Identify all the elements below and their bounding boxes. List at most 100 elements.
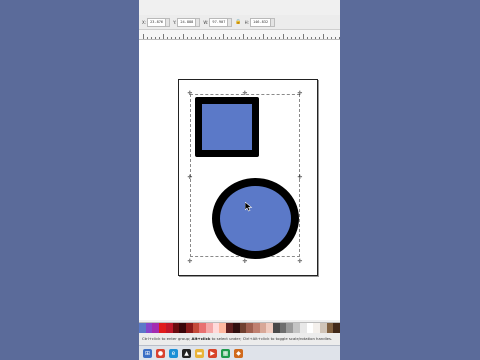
color-swatch[interactable] xyxy=(246,323,253,333)
color-swatch[interactable] xyxy=(306,323,314,333)
ruler-tick xyxy=(287,37,288,39)
color-swatch[interactable] xyxy=(219,323,227,333)
status-bar: Ctrl+click to enter group; Alt+click to … xyxy=(139,333,340,345)
scale-handle-left[interactable]: ✛ xyxy=(187,175,193,181)
left-background xyxy=(0,0,139,360)
y-spinner[interactable] xyxy=(196,17,201,27)
h-spinner[interactable] xyxy=(271,17,276,27)
ruler-tick xyxy=(159,37,160,39)
ruler-tick xyxy=(155,37,156,39)
chrome-icon[interactable]: ● xyxy=(156,349,165,358)
circle-shape[interactable] xyxy=(212,178,299,259)
color-swatch[interactable] xyxy=(313,323,320,333)
color-swatch[interactable] xyxy=(199,323,207,333)
scale-handle-bottom-left[interactable]: ✛ xyxy=(187,259,193,265)
ruler-tick xyxy=(327,37,328,39)
color-swatch[interactable] xyxy=(226,323,233,333)
color-swatch[interactable] xyxy=(145,323,153,333)
edge-icon[interactable]: e xyxy=(169,349,178,358)
w-label: W: xyxy=(203,19,209,25)
app-icon[interactable]: ◆ xyxy=(234,349,243,358)
color-swatch[interactable] xyxy=(185,323,193,333)
ruler-tick xyxy=(311,37,312,39)
ruler-tick xyxy=(227,37,228,39)
ruler-tick xyxy=(315,37,316,39)
x-field[interactable]: X: 23.876 xyxy=(142,17,171,27)
color-swatch[interactable] xyxy=(326,323,334,333)
color-swatch[interactable] xyxy=(232,323,240,333)
ruler-tick xyxy=(255,37,256,39)
drawing-canvas[interactable]: ✛ ✛ ✛ ✛ ✛ ✛ ✛ ✛ xyxy=(139,40,340,320)
windows-taskbar: ⊞ ● e ▲ ▬ ▶ ▦ ◆ xyxy=(139,345,340,360)
color-swatch[interactable] xyxy=(286,323,294,333)
ruler-tick xyxy=(259,37,260,39)
y-field[interactable]: Y: 24.888 xyxy=(173,17,201,27)
color-swatch[interactable] xyxy=(212,323,220,333)
status-text-3: to select under; Ctrl+Alt+click to toggl… xyxy=(210,336,333,341)
status-text-1: Ctrl+click to enter group; xyxy=(142,336,192,341)
color-swatch[interactable] xyxy=(259,323,267,333)
ruler-tick xyxy=(279,37,280,39)
y-input[interactable]: 24.888 xyxy=(177,17,197,27)
scale-handle-bottom-right[interactable]: ✛ xyxy=(297,259,303,265)
scale-handle-top[interactable]: ✛ xyxy=(242,91,248,97)
ruler-tick xyxy=(171,37,172,39)
color-swatch[interactable] xyxy=(139,323,146,333)
x-label: X: xyxy=(142,19,147,25)
color-swatch[interactable] xyxy=(159,323,166,333)
color-swatch[interactable] xyxy=(266,323,274,333)
color-swatch[interactable] xyxy=(293,323,300,333)
scale-handle-top-left[interactable]: ✛ xyxy=(187,91,193,97)
color-swatch[interactable] xyxy=(319,323,327,333)
horizontal-ruler[interactable] xyxy=(139,30,340,40)
scale-handle-right[interactable]: ✛ xyxy=(297,175,303,181)
ruler-tick xyxy=(167,37,168,39)
ruler-tick xyxy=(319,37,320,39)
ruler-tick xyxy=(239,37,240,39)
h-input[interactable]: 146.832 xyxy=(249,17,272,27)
ruler-tick xyxy=(335,37,336,39)
windows-icon[interactable]: ⊞ xyxy=(143,349,152,358)
ruler-tick xyxy=(183,34,184,39)
color-swatch[interactable] xyxy=(252,323,260,333)
ruler-tick xyxy=(323,34,324,39)
scale-handle-bottom[interactable]: ✛ xyxy=(242,259,248,265)
select-tool-controls: X: 23.876 Y: 24.888 W: 97.907 🔒 H: 146.8… xyxy=(139,15,340,30)
lock-icon[interactable]: 🔒 xyxy=(235,19,241,25)
w-input[interactable]: 97.907 xyxy=(209,17,229,27)
color-swatch[interactable] xyxy=(192,323,200,333)
w-field[interactable]: W: 97.907 xyxy=(203,17,233,27)
inkscape-icon[interactable]: ▲ xyxy=(182,349,191,358)
color-swatch[interactable] xyxy=(239,323,247,333)
color-swatch[interactable] xyxy=(273,323,280,333)
ruler-tick xyxy=(191,37,192,39)
ruler-tick xyxy=(295,37,296,39)
color-swatch[interactable] xyxy=(333,323,340,333)
color-swatch[interactable] xyxy=(172,323,180,333)
x-spinner[interactable] xyxy=(166,17,171,27)
explorer-icon[interactable]: ▬ xyxy=(195,349,204,358)
ruler-tick xyxy=(299,37,300,39)
x-input[interactable]: 23.876 xyxy=(147,17,167,27)
ruler-tick xyxy=(179,37,180,39)
color-swatch[interactable] xyxy=(165,323,173,333)
ruler-tick xyxy=(195,37,196,39)
w-spinner[interactable] xyxy=(228,17,233,27)
h-field[interactable]: H: 146.832 xyxy=(245,17,276,27)
color-swatch[interactable] xyxy=(299,323,307,333)
status-text-2: Alt+click xyxy=(191,336,211,341)
color-swatch[interactable] xyxy=(152,323,160,333)
color-swatch[interactable] xyxy=(279,323,287,333)
media-icon[interactable]: ▶ xyxy=(208,349,217,358)
square-shape[interactable] xyxy=(195,97,259,157)
scale-handle-top-right[interactable]: ✛ xyxy=(297,91,303,97)
ruler-tick xyxy=(271,37,272,39)
ruler-tick xyxy=(307,37,308,39)
ruler-tick xyxy=(143,34,144,39)
color-swatch[interactable] xyxy=(206,323,213,333)
sheets-icon[interactable]: ▦ xyxy=(221,349,230,358)
color-swatch[interactable] xyxy=(179,323,186,333)
inkscape-window: X: 23.876 Y: 24.888 W: 97.907 🔒 H: 146.8… xyxy=(139,0,340,360)
ruler-tick xyxy=(151,37,152,39)
right-background xyxy=(340,0,480,360)
